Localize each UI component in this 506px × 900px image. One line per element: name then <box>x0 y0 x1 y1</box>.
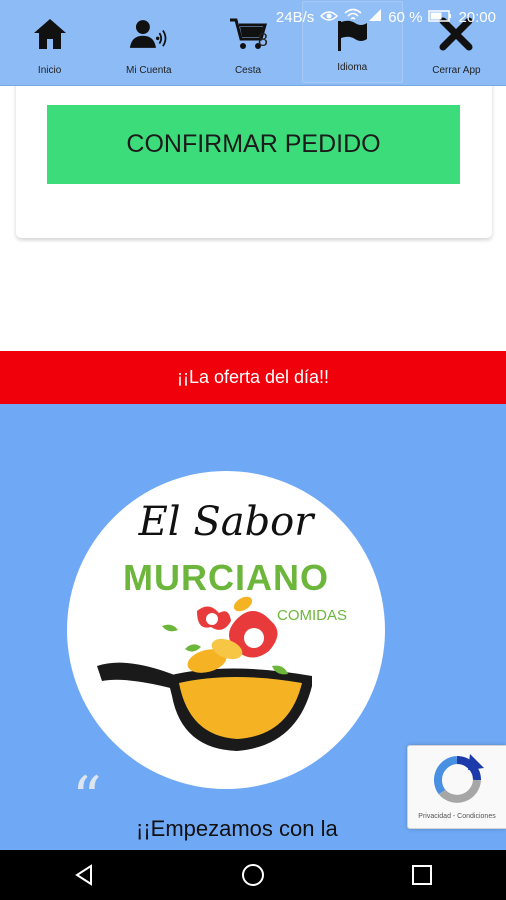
net-speed-text: 24B/s <box>275 8 315 26</box>
status-bar: 24B/s 60 % 20:00 <box>0 0 506 34</box>
recaptcha-footer[interactable]: Privacidad - Condiciones <box>408 813 506 820</box>
battery-icon <box>428 9 452 26</box>
clock-text: 20:00 <box>458 8 496 26</box>
app-screen: CONFIRMAR PEDIDO ¡¡La oferta del día!! E… <box>0 0 506 900</box>
order-card: CONFIRMAR PEDIDO <box>16 60 492 238</box>
signal-icon <box>368 8 382 26</box>
restaurant-logo: El Sabor MURCIANO COMIDAS <box>67 471 385 789</box>
nav-label-cesta: Cesta <box>234 65 262 76</box>
recents-icon[interactable] <box>402 855 442 895</box>
battery-text: 60 % <box>388 8 423 26</box>
back-icon[interactable] <box>64 855 104 895</box>
nav-label-idioma: Idioma <box>337 62 368 73</box>
quote-icon: “ <box>72 764 102 832</box>
logo-sub-text: COMIDAS <box>277 607 348 624</box>
nav-label-cerrar-app: Cerrar App <box>432 65 481 76</box>
nav-label-mi-cuenta: Mi Cuenta <box>126 65 172 76</box>
offer-banner: ¡¡La oferta del día!! <box>0 351 506 404</box>
home-circle-icon[interactable] <box>233 855 273 895</box>
logo-script-text: El Sabor <box>138 499 314 545</box>
wifi-icon <box>344 8 362 26</box>
logo-brand-text: MURCIANO <box>123 557 329 598</box>
eye-icon <box>320 9 339 26</box>
offer-banner-text: ¡¡La oferta del día!! <box>176 367 330 387</box>
teaser-text: ¡¡Empezamos con la <box>136 816 338 841</box>
system-nav-bar <box>0 850 506 900</box>
confirm-order-button[interactable]: CONFIRMAR PEDIDO <box>47 105 460 184</box>
recaptcha-icon <box>430 754 484 809</box>
nav-label-inicio: Inicio <box>37 65 62 76</box>
recaptcha-badge[interactable]: Privacidad - Condiciones <box>407 745 506 829</box>
